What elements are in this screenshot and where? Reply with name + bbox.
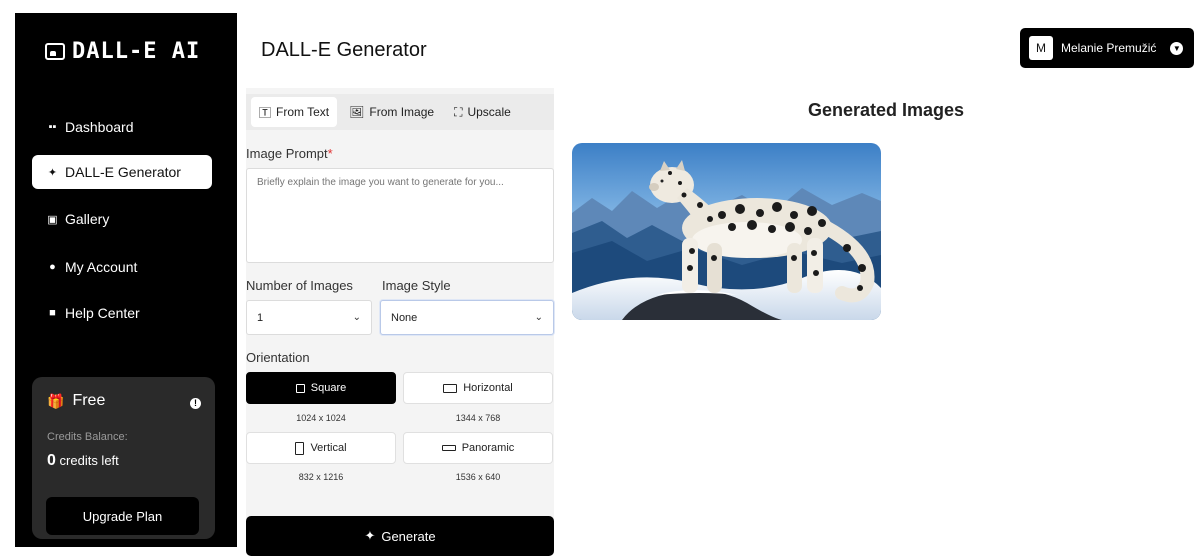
chevron-down-icon: ⌄ (352, 312, 361, 323)
image-icon: 🖼 (349, 105, 365, 119)
avatar: M (1029, 36, 1053, 60)
orientation-square-button[interactable]: Square (246, 372, 396, 404)
tab-label: From Image (369, 105, 435, 119)
tab-upscale[interactable]: ⛶ Upscale (446, 97, 519, 127)
sparkle-icon: ✦ (364, 528, 376, 543)
results-title: Generated Images (808, 100, 965, 120)
image-style-label: Image Style (382, 278, 451, 293)
dashboard-icon: ▪▪ (48, 121, 57, 133)
sidebar-item-help-center[interactable]: ■ Help Center (32, 296, 212, 330)
sidebar-item-label: DALL-E Generator (65, 164, 181, 180)
sidebar-item-my-account[interactable]: ● My Account (32, 250, 212, 284)
sidebar: DALL-E AI ▪▪ Dashboard ✦ DALL-E Generato… (15, 13, 237, 547)
orientation-dims: 832 x 1216 (298, 472, 344, 482)
orientation-panoramic-button[interactable]: Panoramic (403, 432, 553, 464)
gift-icon: 🎁 (47, 392, 65, 409)
credits-balance: 0 credits left (47, 452, 119, 470)
required-marker: * (327, 146, 333, 161)
orientation-dims: 1536 x 640 (455, 472, 501, 482)
num-images-label: Number of Images (246, 278, 353, 293)
user-icon: ● (49, 261, 56, 273)
image-style-select[interactable]: None ⌄ (380, 300, 554, 335)
tab-label: Upscale (467, 105, 511, 119)
gallery-icon: ▣ (47, 213, 58, 226)
prompt-input[interactable] (246, 168, 554, 263)
sidebar-item-label: My Account (65, 259, 138, 275)
upgrade-plan-button[interactable]: Upgrade Plan (46, 497, 199, 535)
tab-from-text[interactable]: 🅃 From Text (251, 97, 338, 127)
orientation-horizontal-button[interactable]: Horizontal (403, 372, 553, 404)
orientation-label-text: Horizontal (463, 382, 513, 394)
generate-label: Generate (381, 528, 436, 544)
sidebar-item-dashboard[interactable]: ▪▪ Dashboard (32, 110, 212, 144)
user-name: Melanie Premužić (1061, 41, 1157, 55)
generated-image[interactable] (572, 143, 881, 320)
panoramic-rect-icon (441, 445, 456, 451)
sidebar-item-gallery[interactable]: ▣ Gallery (32, 202, 212, 236)
info-icon[interactable]: ! (190, 398, 201, 409)
sidebar-item-label: Help Center (65, 305, 140, 321)
orientation-vertical-button[interactable]: Vertical (246, 432, 396, 464)
num-images-select[interactable]: 1 ⌄ (246, 300, 372, 335)
snow-leopard-image (572, 143, 881, 320)
generate-button[interactable]: ✦ Generate (246, 516, 554, 556)
app-logo[interactable]: DALL-E AI (45, 39, 200, 64)
prompt-label-text: Image Prompt (246, 146, 328, 161)
orientation-label: Orientation (246, 350, 310, 365)
prompt-label: Image Prompt* (246, 146, 333, 161)
tab-from-image[interactable]: 🖼 From Image (341, 97, 442, 127)
chevron-down-icon: ▼ (1170, 41, 1184, 55)
sidebar-item-label: Gallery (65, 211, 110, 227)
credits-label: Credits Balance: (47, 431, 128, 443)
chevron-down-icon: ⌄ (534, 312, 543, 323)
orientation-dims: 1024 x 1024 (296, 413, 346, 423)
plan-title: 🎁 Free (47, 392, 105, 410)
plan-name: Free (72, 392, 106, 409)
num-images-value: 1 (257, 311, 264, 324)
image-style-value: None (391, 311, 418, 324)
orientation-dims: 1344 x 768 (455, 413, 501, 423)
horizontal-rect-icon (443, 383, 458, 393)
source-tabs: 🅃 From Text 🖼 From Image ⛶ Upscale (246, 94, 554, 130)
sparkle-icon: ✦ (47, 166, 58, 179)
logo-icon (45, 43, 65, 60)
upscale-icon: ⛶ (454, 104, 463, 119)
plan-card: 🎁 Free ! Credits Balance: 0 credits left… (32, 377, 215, 539)
orientation-label-text: Panoramic (461, 442, 515, 454)
tab-label: From Text (276, 105, 330, 119)
orientation-label-text: Vertical (310, 442, 347, 454)
credits-count: 0 (47, 452, 56, 469)
credits-suffix: credits left (59, 453, 119, 468)
logo-text: DALL-E AI (72, 39, 201, 64)
square-icon (295, 383, 305, 393)
page-title: DALL-E Generator (261, 39, 427, 61)
help-icon: ■ (49, 307, 56, 319)
orientation-label-text: Square (310, 382, 347, 394)
text-icon: 🅃 (259, 105, 272, 120)
sidebar-item-label: Dashboard (65, 119, 134, 135)
vertical-rect-icon (295, 441, 305, 455)
generator-form: 🅃 From Text 🖼 From Image ⛶ Upscale Image… (246, 88, 554, 556)
user-menu-button[interactable]: M Melanie Premužić ▼ (1020, 28, 1194, 68)
sidebar-item-dalle-generator[interactable]: ✦ DALL-E Generator (32, 155, 212, 189)
